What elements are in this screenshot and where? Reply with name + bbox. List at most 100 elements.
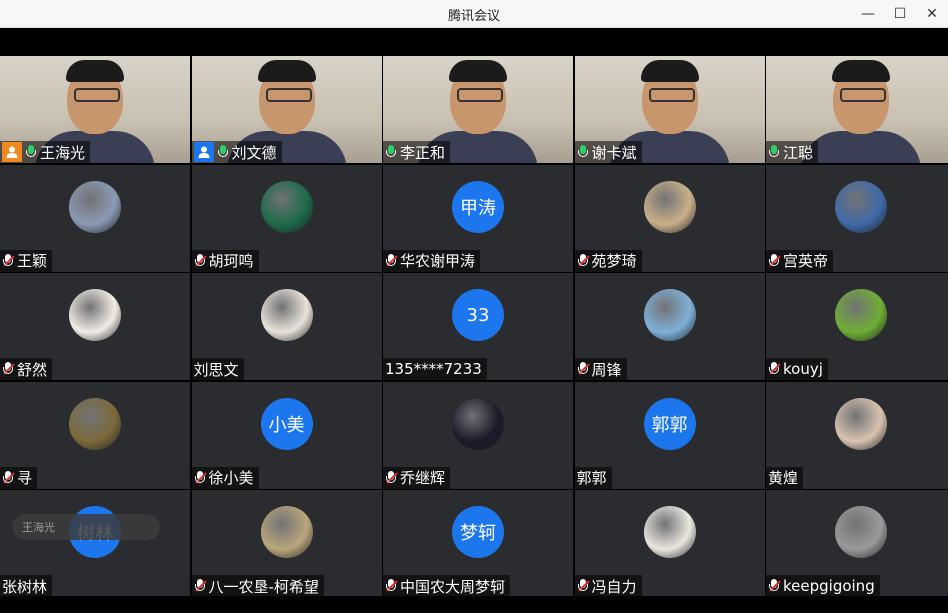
participant-name-tag: 苑梦琦: [574, 249, 642, 272]
participant-name: 郭郭: [576, 469, 607, 487]
participant-avatar: 郭郭: [643, 397, 696, 450]
participant-name-tag: 王颖: [0, 249, 53, 272]
participant-tile[interactable]: 谢卡斌: [574, 56, 765, 163]
title-bar: 腾讯会议 — ☐ ✕: [0, 0, 948, 28]
participant-avatar: [260, 180, 313, 233]
participant-tile[interactable]: 梦轲中国农大周梦轲: [383, 490, 573, 597]
participant-tile[interactable]: 刘文德: [191, 56, 382, 163]
participant-name-tag: 江聪: [766, 141, 819, 163]
participant-avatar: [643, 289, 696, 341]
participant-tile[interactable]: 胡珂鸣: [191, 164, 382, 272]
participant-avatar: 33: [452, 289, 504, 341]
participant-tile[interactable]: 树林张树林: [0, 490, 190, 597]
participant-tile[interactable]: 小美 徐小美: [191, 381, 382, 489]
mic-muted-icon: [577, 253, 590, 269]
participant-tile[interactable]: 舒然: [0, 273, 190, 380]
mic-muted-icon: [2, 253, 15, 269]
top-black-band: [0, 28, 948, 56]
participant-tile[interactable]: 江聪: [766, 56, 948, 163]
participant-tile[interactable]: 甲涛华农谢甲涛: [383, 164, 573, 272]
participant-name: 华农谢甲涛: [400, 252, 476, 270]
participant-name: 苑梦琦: [591, 252, 637, 270]
participant-avatar: [69, 397, 121, 450]
participant-avatar: 甲涛: [452, 180, 504, 233]
participant-avatar: [643, 506, 696, 558]
participant-name-tag: 寻: [0, 466, 38, 489]
participant-name-tag: 李正和: [383, 141, 451, 163]
participant-tile[interactable]: 李正和: [383, 56, 573, 163]
bottom-black-band: [0, 596, 948, 613]
participant-avatar: [835, 397, 887, 450]
participant-avatar: [643, 180, 696, 233]
participant-name: 刘文德: [231, 143, 277, 162]
participant-name-tag: 冯自力: [574, 575, 642, 597]
participant-tile[interactable]: 八一农垦-柯希望: [191, 490, 382, 597]
participant-name: 胡珂鸣: [208, 252, 254, 270]
minimize-button[interactable]: —: [852, 0, 884, 28]
participant-name-tag: 王海光: [0, 141, 91, 163]
participant-name-tag: 135****7233: [383, 358, 487, 380]
participant-tile[interactable]: 黄煌: [766, 381, 948, 489]
participant-name: kouyj: [783, 360, 823, 378]
participant-avatar: [835, 180, 887, 233]
participant-name-tag: 张树林: [0, 575, 53, 597]
participant-tile[interactable]: 冯自力: [574, 490, 765, 597]
participant-name-tag: 徐小美: [191, 466, 259, 489]
participant-tile[interactable]: keepgigoing: [766, 490, 948, 597]
participant-tile[interactable]: kouyj: [766, 273, 948, 380]
participant-avatar: [835, 289, 887, 341]
participant-name-tag: 乔继辉: [383, 466, 451, 489]
participant-avatar: 小美: [260, 397, 313, 450]
mic-muted-icon: [768, 253, 781, 269]
participant-tile[interactable]: 乔继辉: [383, 381, 573, 489]
mic-muted-icon: [385, 470, 398, 486]
toast-text: 王海光: [22, 521, 55, 534]
participant-avatar: [69, 289, 121, 341]
mic-muted-icon: [577, 578, 590, 594]
participant-name: 李正和: [400, 143, 446, 162]
participant-tile[interactable]: 王颖: [0, 164, 190, 272]
participant-name-tag: 刘文德: [191, 141, 282, 163]
participant-name: 黄煌: [768, 469, 799, 487]
participant-tile[interactable]: 王海光: [0, 56, 190, 163]
mic-muted-icon: [385, 253, 398, 269]
participant-name-tag: 周锋: [574, 358, 627, 380]
participant-avatar: [260, 506, 313, 558]
participant-tile[interactable]: 刘思文: [191, 273, 382, 380]
participant-tile[interactable]: 苑梦琦: [574, 164, 765, 272]
participant-tile[interactable]: 寻: [0, 381, 190, 489]
participant-name: 135****7233: [385, 360, 482, 378]
participant-name-tag: 郭郭: [574, 466, 612, 489]
participant-name: 寻: [17, 469, 33, 487]
participant-avatar: [69, 180, 121, 233]
participant-name: 谢卡斌: [591, 143, 637, 162]
participant-name-tag: 中国农大周梦轲: [383, 575, 511, 597]
mic-muted-icon: [577, 361, 590, 377]
maximize-button[interactable]: ☐: [884, 0, 916, 28]
mic-icon: [577, 144, 589, 160]
participant-name-tag: kouyj: [766, 358, 828, 380]
participant-avatar: [260, 289, 313, 341]
window-title: 腾讯会议: [447, 9, 500, 24]
participant-name-tag: 八一农垦-柯希望: [191, 575, 324, 597]
participant-name-tag: 华农谢甲涛: [383, 249, 481, 272]
participant-tile[interactable]: 33 135****7233: [383, 273, 573, 380]
participant-tile[interactable]: 郭郭 郭郭: [574, 381, 765, 489]
participant-avatar: [835, 506, 887, 558]
close-button[interactable]: ✕: [916, 0, 948, 28]
participant-name: 王颖: [17, 252, 48, 270]
mic-muted-icon: [194, 470, 207, 486]
participant-name: 乔继辉: [400, 469, 446, 487]
participant-name-tag: 刘思文: [191, 358, 244, 380]
participant-name-tag: keepgigoing: [766, 575, 880, 597]
participant-tile[interactable]: 周锋: [574, 273, 765, 380]
mic-muted-icon: [768, 361, 781, 377]
participant-avatar: [452, 397, 504, 450]
mic-icon: [217, 144, 229, 160]
participant-tile[interactable]: 宫英帝: [766, 164, 948, 272]
participant-name-tag: 谢卡斌: [574, 141, 642, 163]
participant-name: 王海光: [40, 143, 86, 162]
host-user-icon: [193, 142, 214, 162]
participant-avatar: 梦轲: [452, 506, 504, 558]
participant-name: 舒然: [17, 360, 48, 379]
